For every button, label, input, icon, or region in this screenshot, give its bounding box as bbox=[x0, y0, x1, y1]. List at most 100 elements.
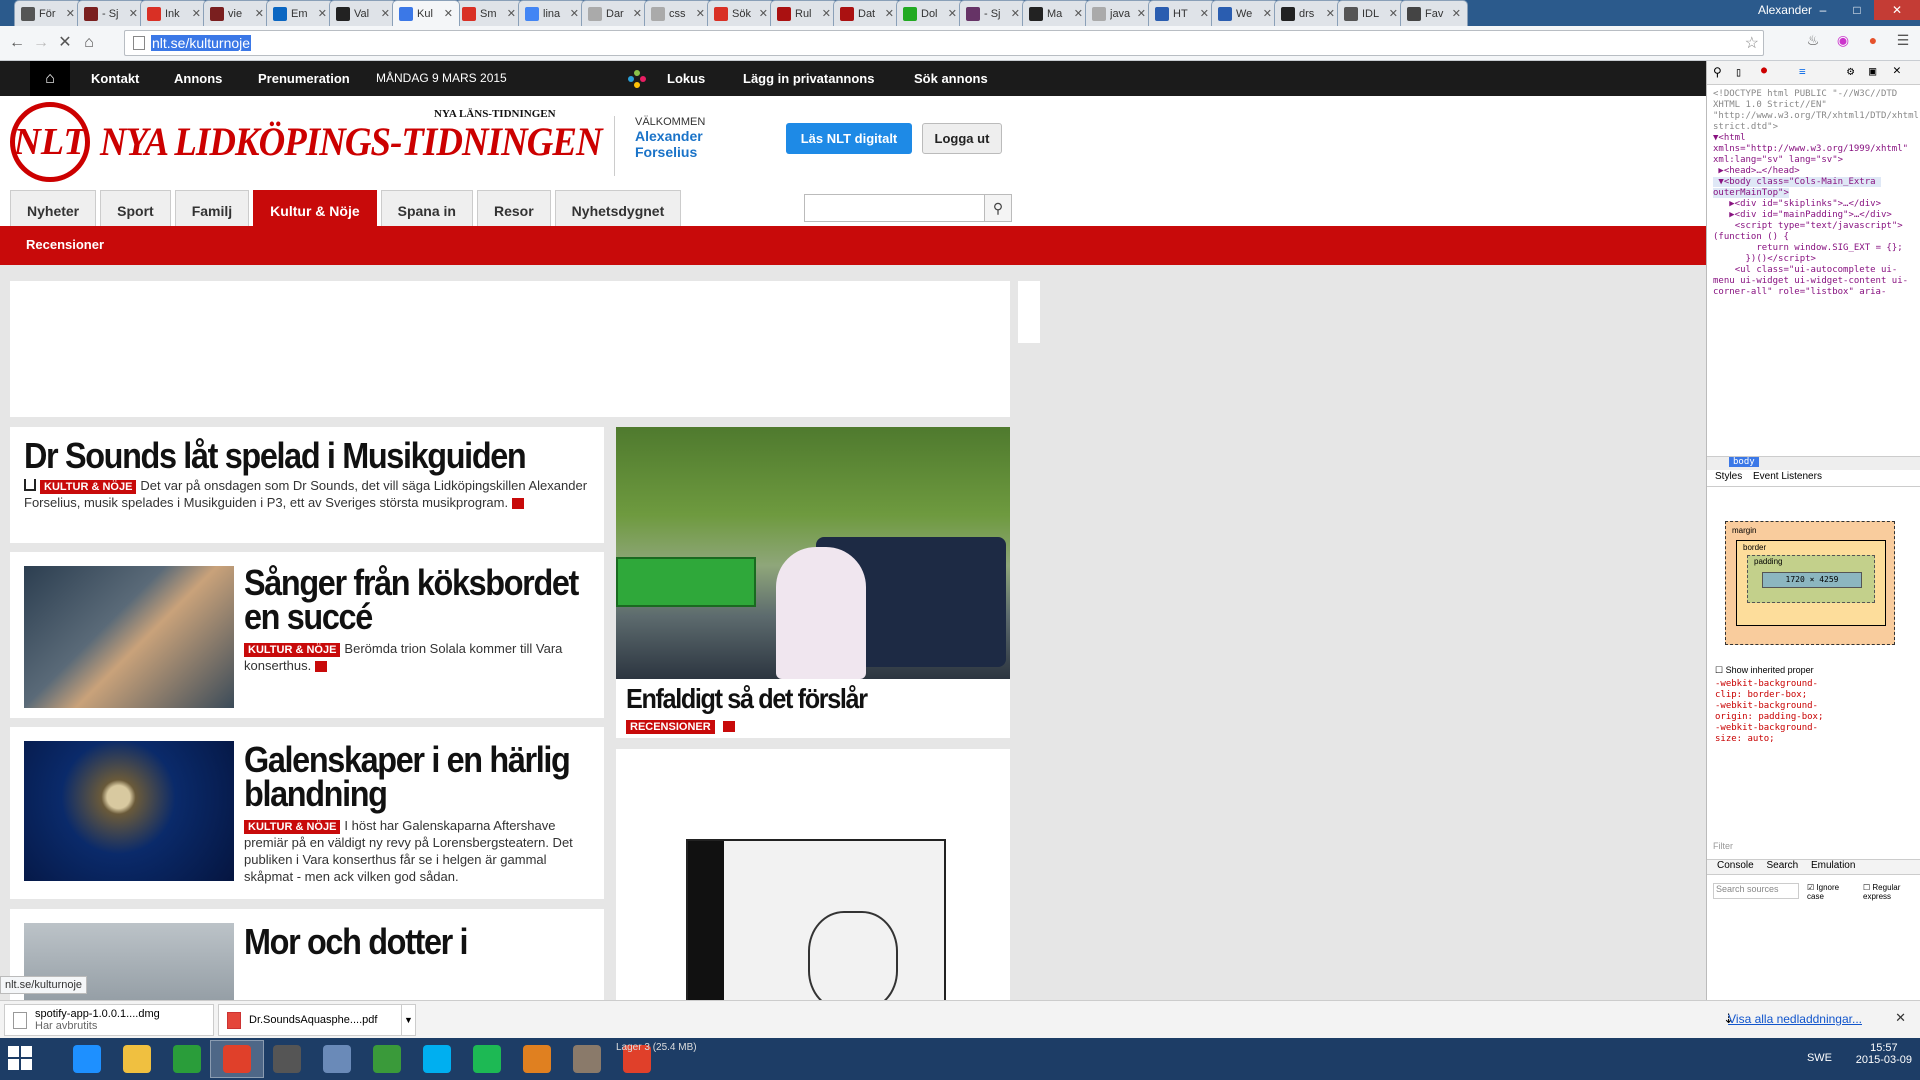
browser-tab[interactable]: Ma ✕ bbox=[1022, 0, 1090, 26]
close-downloads-icon[interactable]: ✕ bbox=[1895, 1010, 1906, 1026]
artwork-photo[interactable] bbox=[686, 839, 946, 1008]
menu-icon[interactable]: ☰ bbox=[1894, 32, 1912, 52]
spotify-icon[interactable] bbox=[460, 1040, 514, 1078]
minimize-icon[interactable]: – bbox=[1806, 0, 1840, 20]
feature-kicker[interactable]: RECENSIONER bbox=[626, 720, 715, 734]
nav-prenumeration[interactable]: Prenumeration bbox=[258, 71, 350, 86]
tab-close-icon[interactable]: ✕ bbox=[1137, 7, 1146, 20]
subnav-recensioner[interactable]: Recensioner bbox=[26, 237, 104, 252]
comment-icon[interactable] bbox=[722, 721, 735, 732]
regex-checkbox[interactable]: ☐ Regular express bbox=[1863, 883, 1919, 901]
tab-close-icon[interactable]: ✕ bbox=[570, 7, 579, 20]
ignore-case-checkbox[interactable]: ☑ Ignore case bbox=[1807, 883, 1857, 901]
article-title[interactable]: Sånger från köksbordet en succé bbox=[244, 565, 604, 635]
tab-close-icon[interactable]: ✕ bbox=[696, 7, 705, 20]
language-indicator[interactable]: SWE bbox=[1807, 1052, 1832, 1064]
clock-time[interactable]: 15:57 bbox=[1856, 1042, 1912, 1054]
css-property-line[interactable]: origin: padding-box; bbox=[1715, 712, 1915, 723]
tab-close-icon[interactable]: ✕ bbox=[255, 7, 264, 20]
console-drawer-icon[interactable]: ≡ bbox=[1799, 65, 1806, 78]
tab-close-icon[interactable]: ✕ bbox=[381, 7, 390, 20]
article-thumbnail[interactable] bbox=[24, 566, 234, 708]
tab-close-icon[interactable]: ✕ bbox=[759, 7, 768, 20]
section-tab[interactable]: Familj bbox=[174, 190, 250, 228]
tab-close-icon[interactable]: ✕ bbox=[885, 7, 894, 20]
site-home-icon[interactable]: ⌂ bbox=[30, 61, 70, 96]
browser-tab[interactable]: Dol ✕ bbox=[896, 0, 964, 26]
article-kicker[interactable]: KULTUR & NÖJE bbox=[244, 643, 341, 657]
browser-tab[interactable]: För ✕ bbox=[14, 0, 82, 26]
tab-close-icon[interactable]: ✕ bbox=[1074, 7, 1083, 20]
body-crumb[interactable]: body bbox=[1729, 457, 1759, 467]
extension-icon[interactable]: ♨ bbox=[1804, 32, 1822, 52]
color-picker-icon[interactable]: ◉ bbox=[1834, 32, 1852, 52]
skype-icon[interactable] bbox=[410, 1040, 464, 1078]
tab-close-icon[interactable]: ✕ bbox=[633, 7, 642, 20]
tab-close-icon[interactable]: ✕ bbox=[1452, 7, 1461, 20]
tab-console[interactable]: Console bbox=[1717, 860, 1754, 871]
article-card[interactable]: Sånger från köksbordet en succé KULTUR &… bbox=[10, 552, 604, 718]
nav-sok-annons[interactable]: Sök annons bbox=[914, 71, 988, 86]
maximize-icon[interactable]: □ bbox=[1840, 0, 1874, 20]
tab-close-icon[interactable]: ✕ bbox=[948, 7, 957, 20]
article-title[interactable]: Mor och dotter i bbox=[244, 924, 604, 960]
css-property-line[interactable]: -webkit-background- bbox=[1715, 701, 1915, 712]
devtools-close-icon[interactable]: ✕ bbox=[1893, 63, 1901, 78]
tab-close-icon[interactable]: ✕ bbox=[129, 7, 138, 20]
tab-close-icon[interactable]: ✕ bbox=[1200, 7, 1209, 20]
browser-tab[interactable]: - Sj ✕ bbox=[959, 0, 1027, 26]
browser-tab[interactable]: Dat ✕ bbox=[833, 0, 901, 26]
browser-tab[interactable]: Em ✕ bbox=[266, 0, 334, 26]
article-card[interactable]: Mor och dotter i bbox=[10, 909, 604, 1008]
article-thumbnail[interactable] bbox=[24, 923, 234, 1008]
clock-date[interactable]: 2015-03-09 bbox=[1856, 1054, 1912, 1066]
nav-annons[interactable]: Annons bbox=[174, 71, 222, 86]
feature-title[interactable]: Enfaldigt så det förslår bbox=[626, 683, 1004, 715]
tab-close-icon[interactable]: ✕ bbox=[822, 7, 831, 20]
article-card[interactable]: Dr Sounds låt spelad i Musikguiden KULTU… bbox=[10, 427, 604, 543]
url-text[interactable]: nlt.se/kulturnoje bbox=[151, 35, 252, 51]
tab-close-icon[interactable]: ✕ bbox=[1326, 7, 1335, 20]
tab-close-icon[interactable]: ✕ bbox=[507, 7, 516, 20]
css-property-line[interactable]: clip: border-box; bbox=[1715, 690, 1915, 701]
network-app-icon[interactable] bbox=[310, 1040, 364, 1078]
site-search-input[interactable] bbox=[804, 194, 986, 222]
search-icon[interactable]: ⚲ bbox=[984, 194, 1012, 222]
section-tab[interactable]: Sport bbox=[100, 190, 171, 228]
browser-tab[interactable]: - Sj ✕ bbox=[77, 0, 145, 26]
media-player-icon[interactable] bbox=[510, 1040, 564, 1078]
browser-tab[interactable]: Sm ✕ bbox=[455, 0, 523, 26]
nav-lokus[interactable]: Lokus bbox=[667, 71, 705, 86]
tab-close-icon[interactable]: ✕ bbox=[318, 7, 327, 20]
notification-icon[interactable]: ● bbox=[1864, 32, 1882, 52]
profile-name[interactable]: Alexander bbox=[1758, 3, 1812, 17]
css-property-line[interactable]: size: auto; bbox=[1715, 734, 1915, 745]
paint-icon[interactable] bbox=[560, 1040, 614, 1078]
elements-tree[interactable]: <!DOCTYPE html PUBLIC "-//W3C//DTD XHTML… bbox=[1713, 89, 1920, 298]
browser-tab[interactable]: Fav ✕ bbox=[1400, 0, 1468, 26]
chrome-icon[interactable] bbox=[210, 1040, 264, 1078]
stop-loading-icon[interactable]: ✕ bbox=[54, 32, 76, 54]
show-inherited-checkbox[interactable]: ☐ Show inherited proper bbox=[1715, 665, 1814, 676]
back-icon[interactable]: ← bbox=[6, 32, 28, 54]
browser-tab[interactable]: Val ✕ bbox=[329, 0, 397, 26]
nav-kontakt[interactable]: Kontakt bbox=[91, 71, 139, 86]
address-bar[interactable]: nlt.se/kulturnoje ☆ bbox=[124, 30, 1764, 56]
browser-tab[interactable]: Dar ✕ bbox=[581, 0, 649, 26]
browser-tab[interactable]: java ✕ bbox=[1085, 0, 1153, 26]
nav-privatannons[interactable]: Lägg in privatannons bbox=[743, 71, 874, 86]
feature-photo[interactable] bbox=[616, 427, 1010, 679]
article-kicker[interactable]: KULTUR & NÖJE bbox=[244, 820, 341, 834]
tab-emulation[interactable]: Emulation bbox=[1811, 860, 1855, 871]
device-icon[interactable]: ▯ bbox=[1735, 65, 1742, 79]
section-tab[interactable]: Nyheter bbox=[10, 190, 97, 228]
error-count-icon[interactable]: ● bbox=[1761, 65, 1767, 76]
internet-explorer-icon[interactable] bbox=[60, 1040, 114, 1078]
sublime-icon[interactable] bbox=[260, 1040, 314, 1078]
browser-tab[interactable]: IDL ✕ bbox=[1337, 0, 1405, 26]
inspect-icon[interactable]: ⚲ bbox=[1713, 65, 1722, 79]
browser-tab[interactable]: drs ✕ bbox=[1274, 0, 1342, 26]
comment-icon[interactable] bbox=[512, 498, 525, 509]
search-sources-input[interactable]: Search sources bbox=[1713, 883, 1799, 899]
tab-styles[interactable]: Styles bbox=[1715, 471, 1742, 482]
